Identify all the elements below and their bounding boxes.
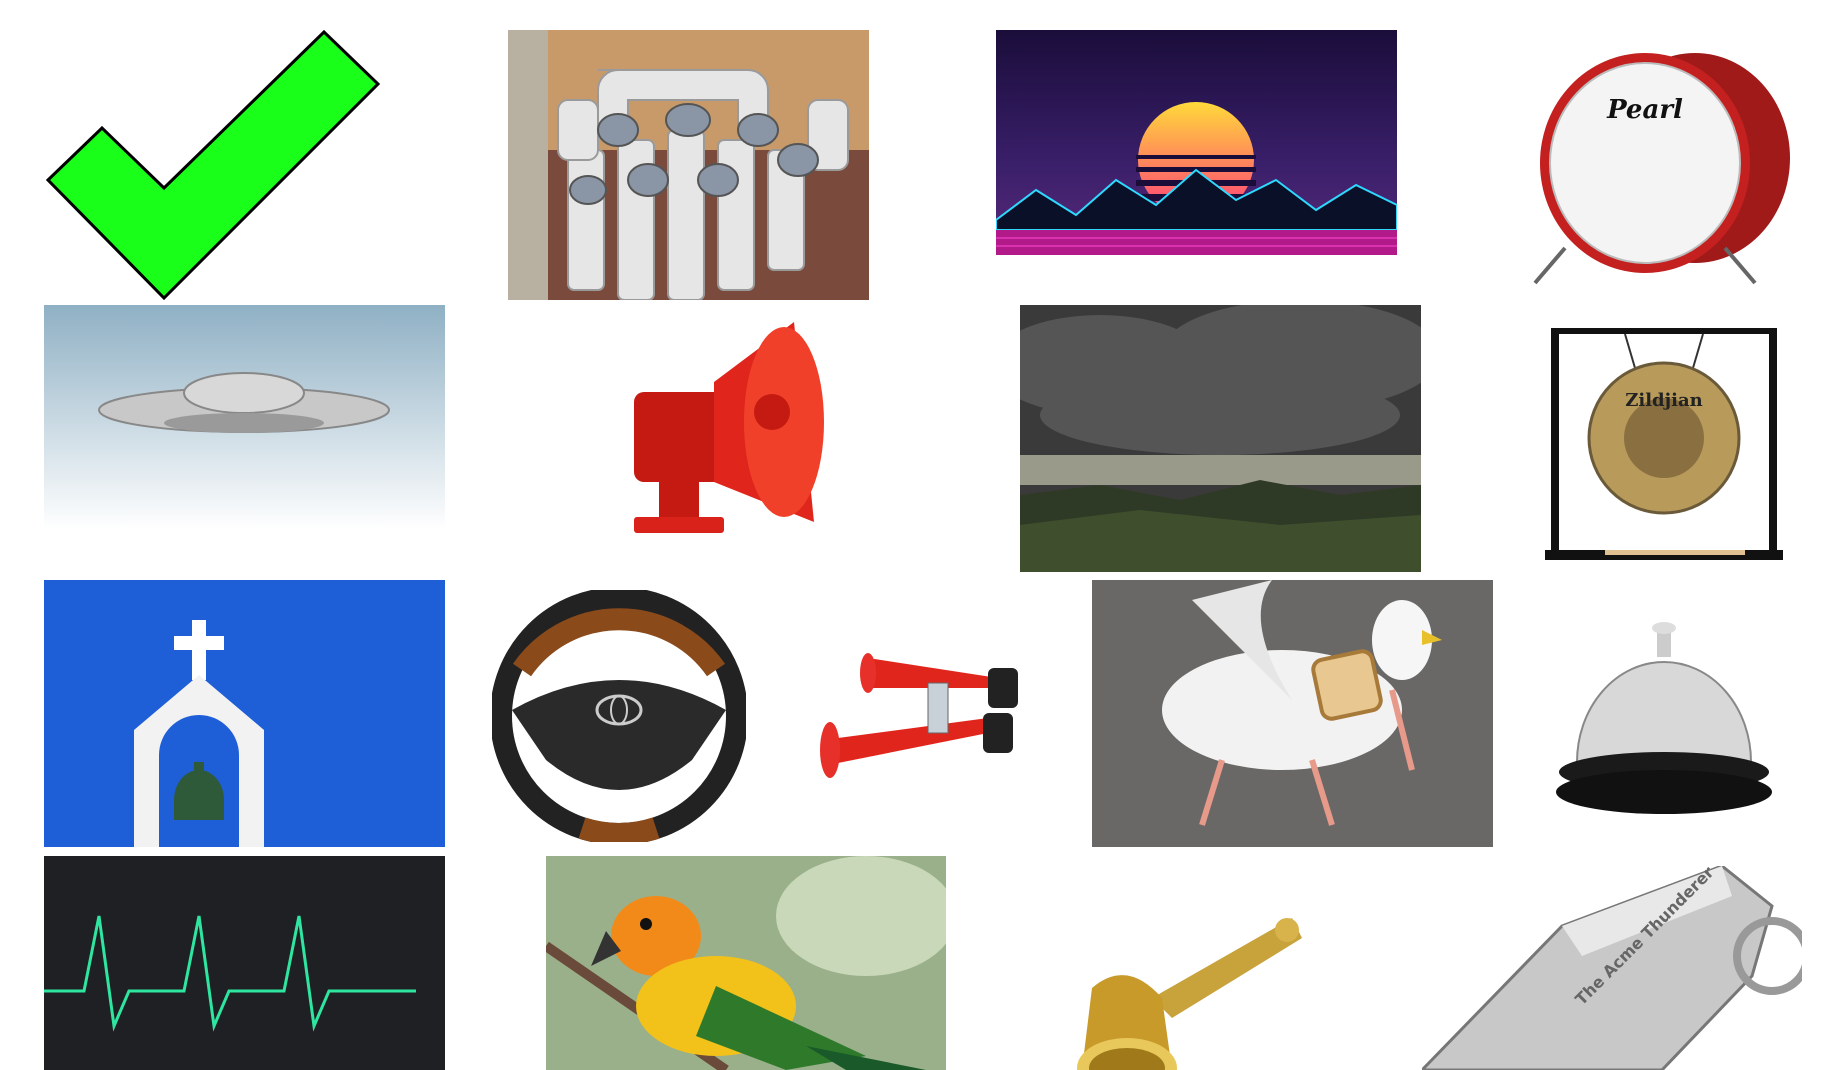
air-horn-tile[interactable] (808, 638, 1036, 800)
drum-brand-label: Pearl (1606, 95, 1683, 125)
service-bell-tile[interactable] (1552, 622, 1777, 818)
steering-wheel-icon (492, 590, 746, 842)
bass-drum-tile[interactable]: Pearl (1525, 48, 1795, 288)
service-bell-icon (1556, 622, 1772, 814)
checkmark-icon (45, 29, 381, 300)
storm-clouds-tile[interactable] (1020, 305, 1421, 572)
parrot-icon (546, 856, 946, 1070)
synthwave-sunset-icon (996, 30, 1397, 255)
seagull-with-bread-icon (1092, 580, 1493, 847)
whistle-icon: The Acme Thunderer (1422, 866, 1802, 1070)
gong-tile[interactable]: Zildjian (1545, 328, 1783, 564)
whistle-tile[interactable]: The Acme Thunderer (1422, 866, 1802, 1070)
parrot-tile[interactable] (546, 856, 946, 1070)
heartbeat-monitor-tile[interactable] (44, 856, 445, 1070)
checkmark-tile[interactable] (44, 28, 384, 300)
heartbeat-monitor-icon (44, 856, 445, 1070)
pvc-pipe-instrument-tile[interactable] (508, 30, 869, 300)
air-horn-icon (820, 653, 1018, 778)
ufo-tile[interactable] (44, 305, 445, 530)
church-bell-tile[interactable] (44, 580, 445, 847)
synthwave-sunset-tile[interactable] (996, 30, 1397, 255)
pvc-pipe-instrument-icon (508, 30, 869, 300)
hand-bell-icon (1077, 918, 1302, 1070)
gong-icon: Zildjian (1545, 328, 1783, 560)
steering-wheel-tile[interactable] (492, 590, 746, 842)
seagull-with-bread-tile[interactable] (1092, 580, 1493, 847)
gong-brand-label: Zildjian (1625, 390, 1703, 411)
siren-horn-icon (634, 322, 824, 533)
bass-drum-icon: Pearl (1533, 53, 1790, 285)
church-bell-icon (44, 580, 445, 847)
siren-horn-tile[interactable] (614, 322, 842, 544)
storm-clouds-icon (1020, 305, 1421, 572)
hand-bell-tile[interactable] (1072, 918, 1302, 1070)
ufo-icon (44, 305, 445, 530)
